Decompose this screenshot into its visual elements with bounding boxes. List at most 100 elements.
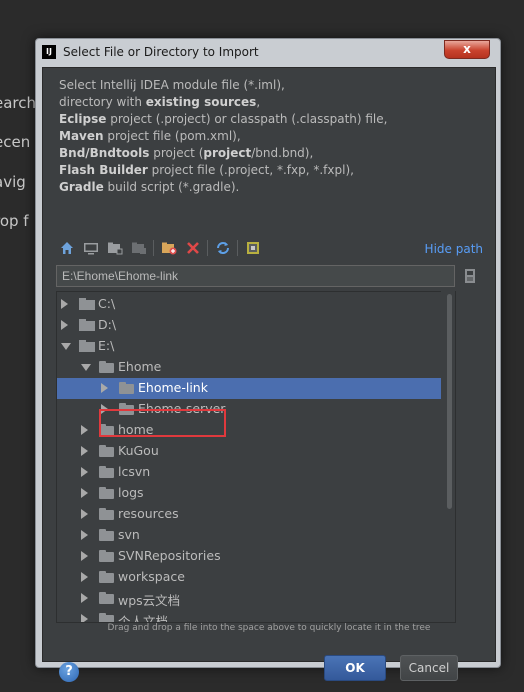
tree-row-workspace[interactable]: workspace <box>57 567 455 588</box>
expand-right-icon[interactable] <box>61 299 68 309</box>
tree-row-c[interactable]: C:\ <box>57 294 455 315</box>
folder-icon <box>99 529 114 541</box>
description-text: project (.project) or classpath (.classp… <box>106 112 388 126</box>
expand-right-icon[interactable] <box>81 530 88 540</box>
ok-button[interactable]: OK <box>324 655 386 681</box>
tree-row-e[interactable]: E:\ <box>57 336 455 357</box>
description-line: Eclipse project (.project) or classpath … <box>59 111 387 128</box>
annotation-highlight-box <box>99 409 226 437</box>
expand-right-icon[interactable] <box>81 425 88 435</box>
desktop-icon[interactable] <box>81 238 101 258</box>
help-button[interactable]: ? <box>59 662 79 682</box>
expand-right-icon[interactable] <box>81 593 88 603</box>
new-folder-icon[interactable] <box>159 238 179 258</box>
drag-drop-hint: Drag and drop a file into the space abov… <box>107 623 431 633</box>
folder-icon <box>99 361 114 373</box>
tree-row-label: lcsvn <box>118 464 151 479</box>
expand-down-icon[interactable] <box>81 364 91 371</box>
expand-down-icon[interactable] <box>61 343 71 350</box>
dialog-content: Select Intellij IDEA module file (*.iml)… <box>42 67 496 682</box>
tree-scrollbar-thumb[interactable] <box>447 294 452 509</box>
description-bold-text: Maven <box>59 129 104 143</box>
close-button[interactable]: x <box>444 40 490 59</box>
path-history-icon[interactable] <box>463 267 477 285</box>
folder-icon <box>99 571 114 583</box>
tree-row-label: C:\ <box>98 296 116 311</box>
description-line: Select Intellij IDEA module file (*.iml)… <box>59 77 387 94</box>
folder-icon <box>99 466 114 478</box>
tree-row-label: logs <box>118 485 144 500</box>
toolbar: Hide path <box>57 238 487 260</box>
tree-row-resources[interactable]: resources <box>57 504 455 525</box>
expand-right-icon[interactable] <box>81 467 88 477</box>
tree-row-label: KuGou <box>118 443 159 458</box>
folder-icon <box>119 382 134 394</box>
background-text-4: rop f <box>0 212 29 230</box>
tree-row-label: wps云文档 <box>118 593 181 608</box>
expand-right-icon[interactable] <box>81 614 88 622</box>
description-text: project file (pom.xml), <box>103 129 241 143</box>
expand-right-icon[interactable] <box>81 551 88 561</box>
folder-icon <box>99 445 114 457</box>
hide-path-link[interactable]: Hide path <box>425 242 483 256</box>
expand-right-icon[interactable] <box>81 488 88 498</box>
description-text: directory with <box>59 95 146 109</box>
folder-icon <box>99 487 114 499</box>
folder-icon <box>99 550 114 562</box>
tree-row-kugou[interactable]: KuGou <box>57 441 455 462</box>
background-text-1: earch <box>0 94 37 112</box>
file-tree[interactable]: C:\ D:\ E:\ Ehome Ehome-link Ehome-server home… <box>56 291 456 623</box>
path-input[interactable] <box>56 265 455 287</box>
home-icon[interactable] <box>57 238 77 258</box>
tree-row-svnrepositories[interactable]: SVNRepositories <box>57 546 455 567</box>
tree-row-ehome[interactable]: Ehome <box>57 357 455 378</box>
show-hidden-icon[interactable] <box>243 238 263 258</box>
description-text: /bnd.bnd), <box>251 146 314 160</box>
description-bold-text: Flash Builder <box>59 163 148 177</box>
expand-right-icon[interactable] <box>101 383 108 393</box>
intellij-icon: IJ <box>42 45 56 59</box>
tree-row-label: E:\ <box>98 338 115 353</box>
tree-row-d[interactable]: D:\ <box>57 315 455 336</box>
tree-row-label: D:\ <box>98 317 117 332</box>
drive-icon <box>79 319 95 332</box>
description-line: Flash Builder project file (.project, *.… <box>59 162 387 179</box>
project-icon[interactable] <box>105 238 125 258</box>
description-line: Maven project file (pom.xml), <box>59 128 387 145</box>
tree-row-lcsvn[interactable]: lcsvn <box>57 462 455 483</box>
delete-icon[interactable] <box>183 238 203 258</box>
dialog-title: Select File or Directory to Import <box>63 45 259 59</box>
tree-row-wps[interactable]: wps云文档 <box>57 588 455 609</box>
description-text: project file (.project, *.fxp, *.fxpl), <box>147 163 354 177</box>
module-icon[interactable] <box>129 238 149 258</box>
drive-icon <box>79 340 95 353</box>
description-line: Bnd/Bndtools project (project/bnd.bnd), <box>59 145 387 162</box>
tree-row-ehome-link[interactable]: Ehome-link <box>57 378 455 399</box>
expand-right-icon[interactable] <box>81 446 88 456</box>
toolbar-separator <box>207 240 208 256</box>
description-bold-text: Eclipse <box>59 112 107 126</box>
tree-row-label: svn <box>118 527 140 542</box>
import-dialog: IJ Select File or Directory to Import x … <box>35 38 501 682</box>
description-line: Gradle build script (*.gradle). <box>59 179 387 196</box>
expand-right-icon[interactable] <box>81 509 88 519</box>
title-bar[interactable]: IJ Select File or Directory to Import x <box>36 39 500 66</box>
folder-icon <box>99 613 114 622</box>
toolbar-separator <box>237 240 238 256</box>
description-text: build script (*.gradle). <box>103 180 240 194</box>
cancel-button[interactable]: Cancel <box>400 655 458 681</box>
background-text-2: ecen <box>0 133 31 151</box>
expand-right-icon[interactable] <box>61 320 68 330</box>
tree-row-label: Ehome-link <box>138 380 208 395</box>
description-line: directory with existing sources, <box>59 94 387 111</box>
description-text: Select Intellij IDEA module file (*.iml)… <box>59 78 285 92</box>
tree-row-[interactable]: 个人文档 <box>57 609 455 622</box>
refresh-icon[interactable] <box>213 238 233 258</box>
expand-right-icon[interactable] <box>81 572 88 582</box>
tree-row-logs[interactable]: logs <box>57 483 455 504</box>
tree-row-svn[interactable]: svn <box>57 525 455 546</box>
description: Select Intellij IDEA module file (*.iml)… <box>59 77 387 196</box>
folder-icon <box>99 592 114 604</box>
tree-row-label: Ehome <box>118 359 162 374</box>
description-bold-text: Bnd/Bndtools <box>59 146 150 160</box>
